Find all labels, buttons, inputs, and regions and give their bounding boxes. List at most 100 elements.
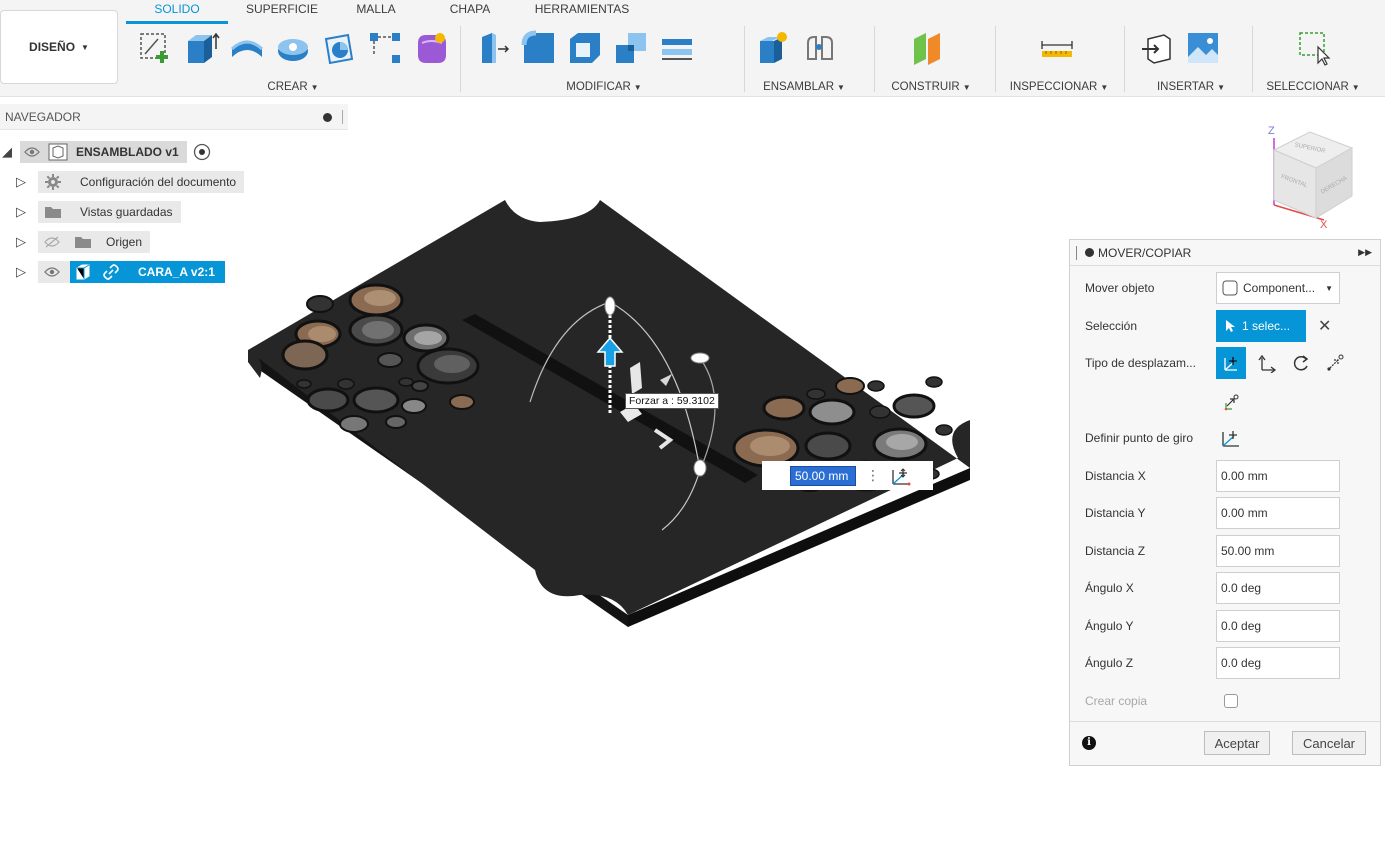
shell-icon[interactable] <box>566 29 604 67</box>
clear-selection-icon[interactable]: ✕ <box>1318 316 1331 336</box>
tree-pill-document-settings[interactable]: Configuración del documento <box>38 171 245 193</box>
fillet-icon[interactable] <box>520 29 558 67</box>
eye-icon[interactable] <box>24 146 40 158</box>
tree-item-root[interactable]: ◢ ENSAMBLADO v1 <box>0 141 211 163</box>
drag-handle[interactable] <box>1076 245 1077 260</box>
tree-label-document-settings: Configuración del documento <box>80 175 237 189</box>
revolve-icon[interactable] <box>228 29 266 67</box>
measure-icon[interactable] <box>1038 29 1076 67</box>
group-label-ensamblar[interactable]: ENSAMBLAR ▼ <box>746 81 862 93</box>
new-component-icon[interactable] <box>754 29 792 67</box>
rotate-handle[interactable] <box>690 352 710 364</box>
tree-label-root: ENSAMBLADO v1 <box>76 145 179 159</box>
window-select-icon[interactable] <box>1294 29 1332 67</box>
browser-pin-icon[interactable] <box>323 113 332 122</box>
tab-superficie[interactable]: SUPERFICIE <box>234 0 330 22</box>
distance-y-input[interactable]: 0.00 mm <box>1216 497 1340 529</box>
tree-selected-cara-a[interactable]: CARA_A v2:1 <box>70 261 225 283</box>
collapsed-triangle-icon[interactable]: ▷ <box>14 174 28 190</box>
group-construir: CONSTRUIR ▼ <box>878 24 984 97</box>
rib-icon[interactable] <box>366 29 404 67</box>
move-type-point-to-position[interactable] <box>1216 386 1246 418</box>
split-body-icon[interactable] <box>658 29 696 67</box>
cancel-button[interactable]: Cancelar <box>1292 731 1366 755</box>
pivot-label: Definir punto de giro <box>1085 431 1194 445</box>
create-form-icon[interactable] <box>412 29 450 67</box>
selection-button[interactable]: 1 selec... <box>1216 310 1306 342</box>
angle-y-input[interactable]: 0.0 deg <box>1216 610 1340 642</box>
move-type-free[interactable] <box>1216 347 1246 379</box>
browser-collapse-handle[interactable] <box>342 110 343 124</box>
insert-canvas-icon[interactable] <box>1184 29 1222 67</box>
row-create-copy: Crear copia <box>1070 685 1382 717</box>
activate-radio-icon[interactable] <box>193 143 211 161</box>
move-type-rotate[interactable] <box>1286 347 1316 379</box>
view-cube[interactable]: Z X SUPERIOR FRONTAL DERECHA <box>1262 120 1362 231</box>
tree-pill-root[interactable]: ENSAMBLADO v1 <box>20 141 187 163</box>
extrude-icon[interactable] <box>182 29 220 67</box>
info-icon[interactable]: i <box>1082 736 1096 750</box>
axis-z-label: Z <box>1268 125 1275 137</box>
workspace-design-button[interactable]: DISEÑO ▼ <box>0 10 118 84</box>
collapsed-triangle-icon[interactable]: ▷ <box>14 204 28 220</box>
tab-malla[interactable]: MALLA <box>348 0 404 22</box>
tab-chapa[interactable]: CHAPA <box>444 0 496 22</box>
tree-pill-cara-a[interactable]: CARA_A v2:1 <box>38 261 225 283</box>
rotate-icon <box>1293 355 1309 371</box>
move-type-point-to-point[interactable] <box>1320 347 1350 379</box>
dialog-pin-icon[interactable] <box>1085 248 1094 257</box>
loft-icon[interactable] <box>320 29 358 67</box>
collapsed-triangle-icon[interactable]: ▷ <box>14 234 28 250</box>
caret-down-icon: ▼ <box>1217 83 1225 92</box>
offset-plane-icon[interactable] <box>908 29 946 67</box>
component-icon <box>48 143 68 161</box>
pivot-axes-icon[interactable] <box>890 466 912 486</box>
tree-item-origin[interactable]: ▷ Origen <box>14 231 151 253</box>
tree-item-cara-a[interactable]: ▷ CARA_A v2:1 <box>14 261 225 283</box>
selection-label: Selección <box>1085 319 1138 333</box>
sweep-icon[interactable] <box>274 29 312 67</box>
group-label-construir[interactable]: CONSTRUIR ▼ <box>878 81 984 93</box>
3d-viewport[interactable] <box>230 190 990 640</box>
tab-herramientas[interactable]: HERRAMIENTAS <box>530 0 634 22</box>
tree-pill-saved-views[interactable]: Vistas guardadas <box>38 201 181 223</box>
tree-item-document-settings[interactable]: ▷ Configuración del documento <box>14 171 245 193</box>
insertar-label: INSERTAR <box>1156 81 1215 93</box>
row-move-type-extra <box>1070 386 1382 418</box>
insert-derive-icon[interactable] <box>1138 29 1176 67</box>
tree-item-saved-views[interactable]: ▷ Vistas guardadas <box>14 201 181 223</box>
group-label-modificar[interactable]: MODIFICAR ▼ <box>466 81 742 93</box>
create-copy-checkbox[interactable] <box>1224 694 1238 708</box>
move-object-dropdown[interactable]: Component... ▼ <box>1216 272 1340 304</box>
seleccionar-label: SELECCIONAR <box>1266 81 1349 93</box>
rotate-handle[interactable] <box>604 296 616 316</box>
group-label-crear[interactable]: CREAR ▼ <box>128 81 458 93</box>
group-label-seleccionar[interactable]: SELECCIONAR ▼ <box>1256 81 1370 93</box>
expand-dialog-icon[interactable]: ▶▶ <box>1358 247 1372 258</box>
combine-icon[interactable] <box>612 29 650 67</box>
eye-icon[interactable] <box>44 266 60 278</box>
tree-pill-origin[interactable]: Origen <box>38 231 151 253</box>
press-pull-icon[interactable] <box>474 29 512 67</box>
angle-x-input[interactable]: 0.0 deg <box>1216 572 1340 604</box>
set-pivot-button[interactable] <box>1216 422 1246 454</box>
group-label-insertar[interactable]: INSERTAR ▼ <box>1130 81 1252 93</box>
distance-value-input[interactable]: 50.00 mm <box>790 465 856 486</box>
create-sketch-icon[interactable] <box>136 29 174 67</box>
angle-z-input[interactable]: 0.0 deg <box>1216 647 1340 679</box>
group-label-inspeccionar[interactable]: INSPECCIONAR ▼ <box>1000 81 1118 93</box>
distance-z-input[interactable]: 50.00 mm <box>1216 535 1340 567</box>
rotate-handle[interactable] <box>693 459 707 477</box>
tab-solido[interactable]: SOLIDO <box>126 0 228 24</box>
distance-x-input[interactable]: 0.00 mm <box>1216 460 1340 492</box>
move-type-translate[interactable] <box>1252 347 1282 379</box>
eye-hidden-icon[interactable] <box>44 236 60 248</box>
more-vertical-icon[interactable]: ⋮ <box>866 467 880 484</box>
row-distance-x: Distancia X 0.00 mm <box>1070 460 1382 492</box>
joint-icon[interactable] <box>800 29 838 67</box>
accept-button[interactable]: Aceptar <box>1204 731 1270 755</box>
collapsed-triangle-icon[interactable]: ▷ <box>14 264 28 280</box>
tree-label-origin: Origen <box>106 235 143 249</box>
expanded-triangle-icon[interactable]: ◢ <box>0 144 14 160</box>
dialog-header[interactable]: MOVER/COPIAR ▶▶ <box>1070 240 1380 266</box>
